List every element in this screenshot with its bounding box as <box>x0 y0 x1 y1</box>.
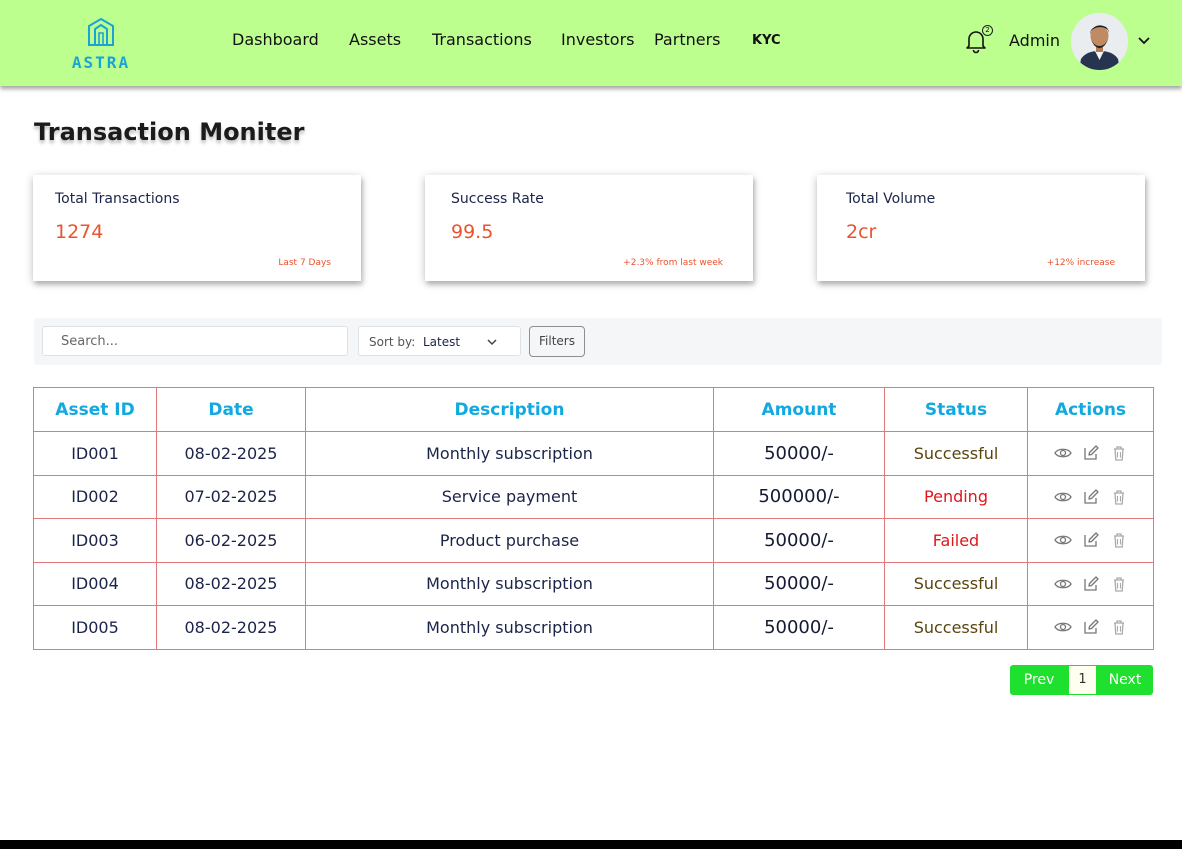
table-row[interactable]: ID003 06-02-2025 Product purchase 50000/- Fa… <box>33 518 1154 563</box>
brand-name: ASTRA <box>71 53 131 72</box>
pagination: Prev 1 Next <box>1010 665 1153 695</box>
edit-icon[interactable] <box>1082 575 1100 593</box>
nav-assets[interactable]: Assets <box>349 30 401 49</box>
eye-icon[interactable] <box>1053 618 1072 636</box>
cell-date: 08-02-2025 <box>156 431 306 476</box>
stat-value: 2cr <box>846 221 877 243</box>
stat-note: +12% increase <box>1046 258 1115 268</box>
page-number[interactable]: 1 <box>1068 665 1097 695</box>
avatar[interactable] <box>1071 13 1128 70</box>
nav-kyc[interactable]: KYC <box>752 33 781 48</box>
column-header-asset-id[interactable]: Asset ID <box>33 387 157 432</box>
prev-page-button[interactable]: Prev <box>1010 665 1068 695</box>
search-input[interactable] <box>42 326 348 356</box>
sort-value: Latest <box>423 335 461 349</box>
avatar-image <box>1071 13 1128 70</box>
stat-label: Total Transactions <box>55 191 180 207</box>
edit-icon[interactable] <box>1082 488 1100 506</box>
eye-icon[interactable] <box>1053 575 1072 593</box>
cell-asset-id: ID003 <box>33 518 157 563</box>
cell-status: Failed <box>884 518 1028 563</box>
edit-icon[interactable] <box>1082 531 1100 549</box>
cell-description: Monthly subscription <box>305 561 714 606</box>
filter-toolbar: Sort by: Latest Filters <box>34 318 1162 365</box>
transactions-table: Asset ID Date Description Amount Status … <box>33 387 1154 650</box>
cell-date: 08-02-2025 <box>156 605 306 650</box>
cell-actions <box>1027 518 1154 563</box>
stat-card-total-transactions: Total Transactions 1274 Last 7 Days <box>33 175 361 281</box>
nav-partners[interactable]: Partners <box>654 30 720 49</box>
cell-date: 07-02-2025 <box>156 474 306 519</box>
cell-amount: 50000/- <box>713 561 885 606</box>
column-header-date[interactable]: Date <box>156 387 306 432</box>
app-frame: ASTRA Dashboard Assets Transactions Inve… <box>0 0 1182 840</box>
sort-dropdown[interactable]: Sort by: Latest <box>358 326 521 356</box>
edit-icon[interactable] <box>1082 444 1100 462</box>
cell-status: Successful <box>884 605 1028 650</box>
trash-icon[interactable] <box>1110 531 1128 549</box>
filters-button[interactable]: Filters <box>529 326 585 357</box>
user-name[interactable]: Admin <box>1009 31 1060 50</box>
cell-asset-id: ID005 <box>33 605 157 650</box>
stat-card-success-rate: Success Rate 99.5 +2.3% from last week <box>425 175 753 281</box>
eye-icon[interactable] <box>1053 531 1072 549</box>
page-title: Transaction Moniter <box>34 118 305 146</box>
cell-date: 08-02-2025 <box>156 561 306 606</box>
nav-investors[interactable]: Investors <box>561 30 634 49</box>
cell-actions <box>1027 431 1154 476</box>
chevron-down-icon <box>487 339 497 346</box>
cell-asset-id: ID002 <box>33 474 157 519</box>
stat-card-total-volume: Total Volume 2cr +12% increase <box>817 175 1145 281</box>
table-row[interactable]: ID002 07-02-2025 Service payment 500000/- Pe… <box>33 474 1154 519</box>
cell-status: Pending <box>884 474 1028 519</box>
chevron-down-icon[interactable] <box>1136 34 1152 48</box>
cell-description: Product purchase <box>305 518 714 563</box>
table-row[interactable]: ID001 08-02-2025 Monthly subscription 50000… <box>33 431 1154 476</box>
trash-icon[interactable] <box>1110 575 1128 593</box>
cell-asset-id: ID001 <box>33 431 157 476</box>
table-row[interactable]: ID004 08-02-2025 Monthly subscription 50000… <box>33 561 1154 606</box>
trash-icon[interactable] <box>1110 618 1128 636</box>
nav-transactions[interactable]: Transactions <box>432 30 532 49</box>
cell-amount: 50000/- <box>713 518 885 563</box>
table-row[interactable]: ID005 08-02-2025 Monthly subscription 50000… <box>33 605 1154 650</box>
cell-description: Monthly subscription <box>305 431 714 476</box>
column-header-description[interactable]: Description <box>305 387 714 432</box>
building-logo-icon <box>88 17 114 46</box>
nav-dashboard[interactable]: Dashboard <box>232 30 319 49</box>
stat-note: +2.3% from last week <box>623 258 723 268</box>
stat-label: Total Volume <box>846 191 936 207</box>
cell-status: Successful <box>884 431 1028 476</box>
stat-value: 99.5 <box>451 221 494 243</box>
top-navbar: ASTRA Dashboard Assets Transactions Inve… <box>0 0 1182 86</box>
cell-asset-id: ID004 <box>33 561 157 606</box>
sort-label: Sort by: <box>369 335 416 349</box>
cell-actions <box>1027 561 1154 606</box>
cell-actions <box>1027 605 1154 650</box>
trash-icon[interactable] <box>1110 488 1128 506</box>
column-header-status[interactable]: Status <box>884 387 1028 432</box>
trash-icon[interactable] <box>1110 444 1128 462</box>
cell-description: Monthly subscription <box>305 605 714 650</box>
eye-icon[interactable] <box>1053 488 1072 506</box>
cell-actions <box>1027 474 1154 519</box>
stat-label: Success Rate <box>451 191 544 207</box>
cell-date: 06-02-2025 <box>156 518 306 563</box>
stat-value: 1274 <box>55 221 104 243</box>
column-header-amount[interactable]: Amount <box>713 387 885 432</box>
notification-badge: 2 <box>982 25 993 36</box>
eye-icon[interactable] <box>1053 444 1072 462</box>
cell-description: Service payment <box>305 474 714 519</box>
brand-logo[interactable]: ASTRA <box>70 16 132 74</box>
column-header-actions: Actions <box>1027 387 1154 432</box>
stat-note: Last 7 Days <box>278 258 331 268</box>
cell-status: Successful <box>884 561 1028 606</box>
table-header-row: Asset ID Date Description Amount Status … <box>33 387 1154 432</box>
edit-icon[interactable] <box>1082 618 1100 636</box>
cell-amount: 50000/- <box>713 605 885 650</box>
cell-amount: 50000/- <box>713 431 885 476</box>
cell-amount: 500000/- <box>713 474 885 519</box>
next-page-button[interactable]: Next <box>1097 665 1153 695</box>
